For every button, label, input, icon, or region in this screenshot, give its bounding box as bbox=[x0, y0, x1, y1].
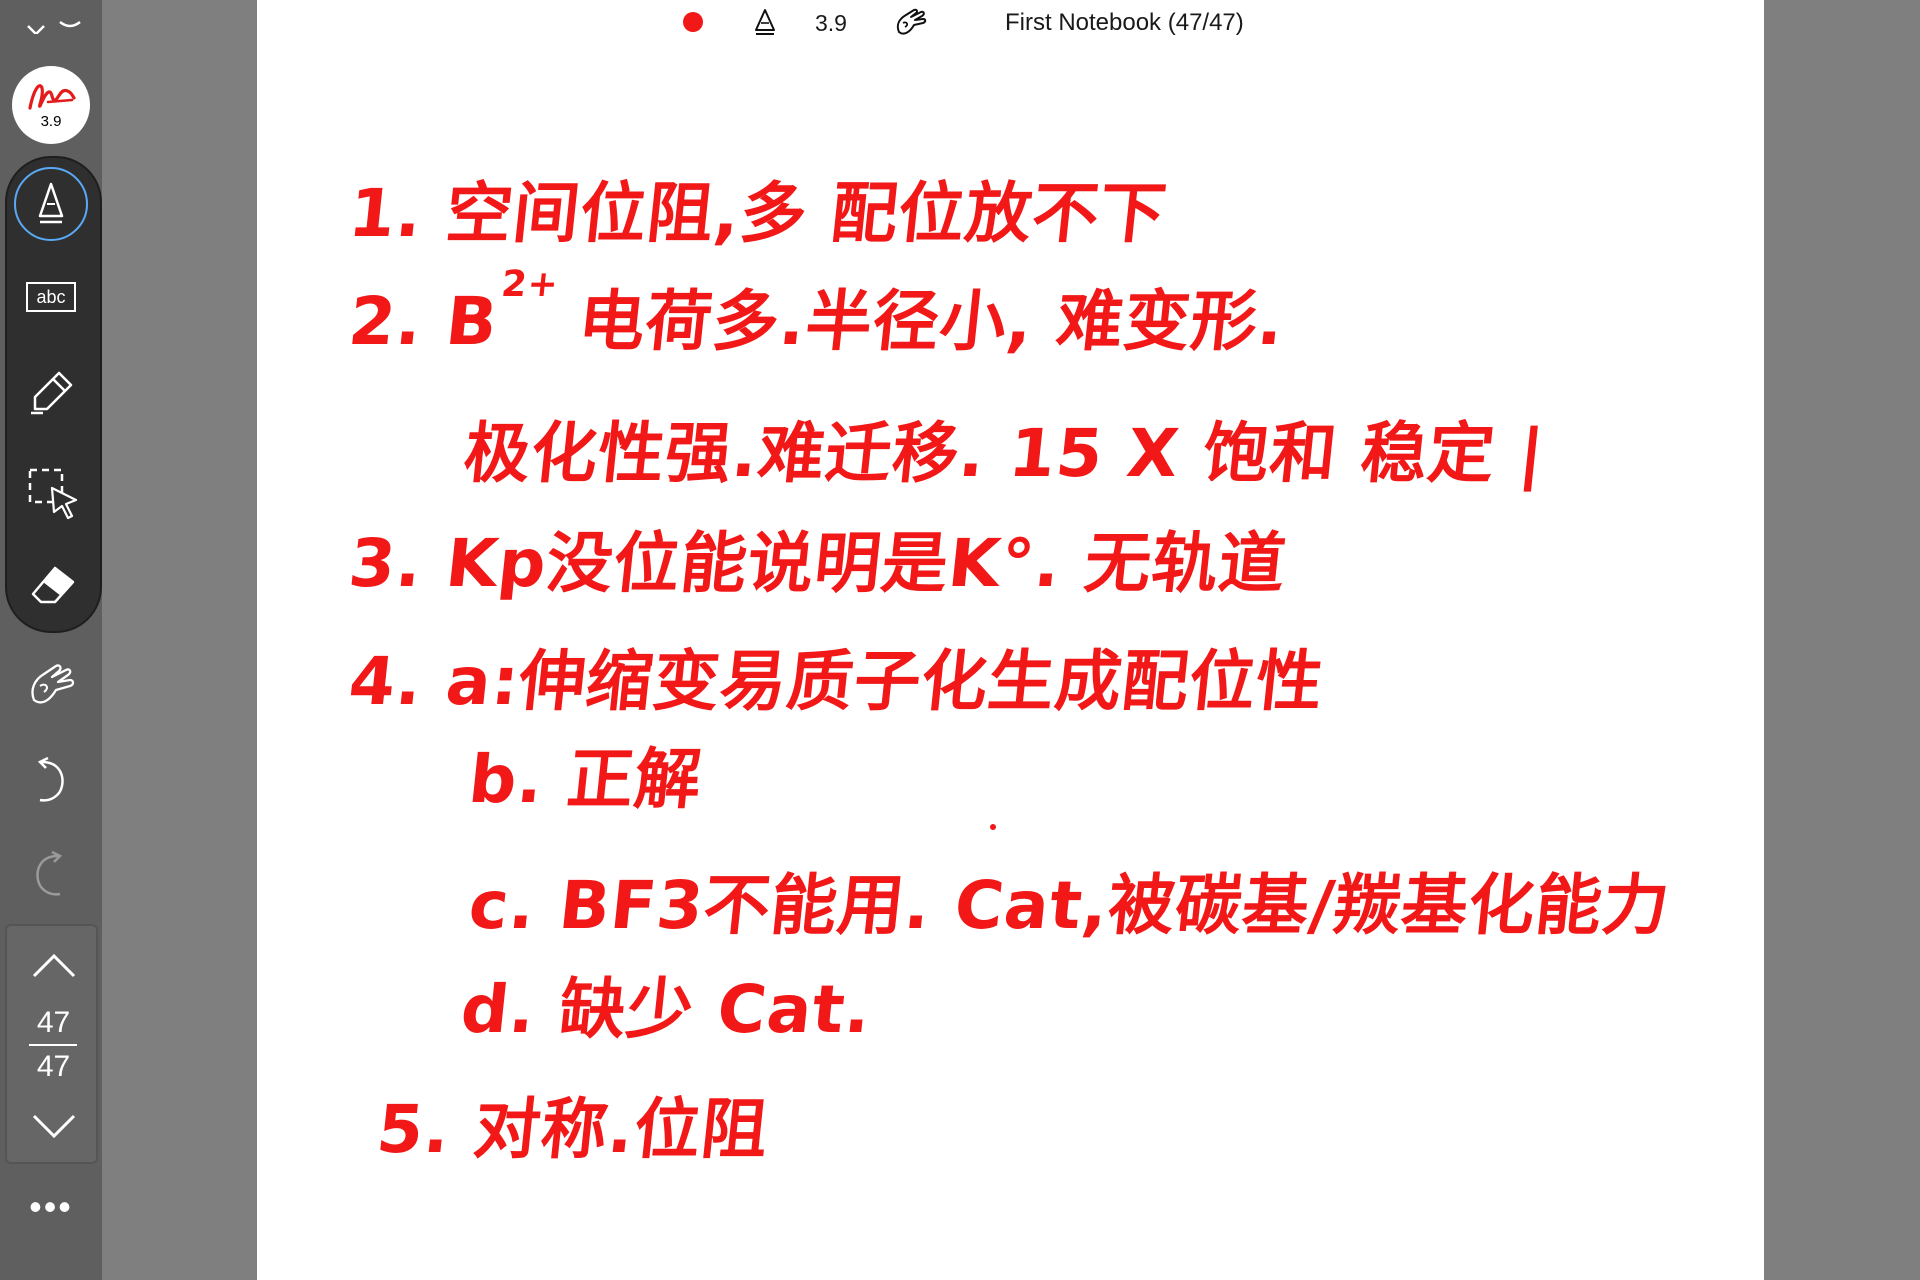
note-line-4a: 4. a:伸缩变易质子化生成配位性 bbox=[345, 643, 1328, 720]
text-tool[interactable]: abc bbox=[26, 282, 76, 312]
more-options-button[interactable]: ••• bbox=[22, 1189, 80, 1225]
top-bar: 3.9 First Notebook (47/47) bbox=[0, 0, 1920, 44]
hand-touch-icon[interactable] bbox=[893, 6, 929, 38]
lasso-select-icon bbox=[28, 468, 78, 520]
lasso-select-tool[interactable] bbox=[26, 466, 82, 522]
ink-dot bbox=[990, 824, 996, 830]
pen-icon[interactable] bbox=[752, 8, 778, 36]
note-line-2-start: 2. B bbox=[345, 283, 502, 360]
note-line-2: 2. B2+ 电荷多.半径小, 难变形. bbox=[345, 264, 1290, 364]
highlighter-icon bbox=[31, 371, 73, 415]
pen-size-value[interactable]: 3.9 bbox=[815, 10, 875, 37]
highlighter-tool[interactable] bbox=[26, 368, 76, 418]
page-divider bbox=[29, 1044, 77, 1046]
hand-touch-icon bbox=[31, 664, 75, 704]
page-navigator: 47 47 bbox=[5, 924, 98, 1164]
pen-color-dot[interactable] bbox=[683, 12, 703, 32]
note-line-1: 1. 空间位阻,多 配位放不下 bbox=[345, 175, 1171, 252]
avatar-pen-size: 3.9 bbox=[40, 113, 62, 130]
note-line-4c: c. BF3不能用. Cat,被碳基/羰基化能力 bbox=[465, 867, 1674, 944]
pen-tool[interactable] bbox=[14, 167, 88, 241]
redo-icon bbox=[36, 850, 63, 896]
note-line-4d: d. 缺少 Cat. bbox=[457, 971, 876, 1048]
note-line-2-rest: 电荷多.半径小, 难变形. bbox=[550, 283, 1289, 360]
chevron-down-icon[interactable] bbox=[30, 1112, 78, 1140]
notebook-title[interactable]: First Notebook (47/47) bbox=[1005, 9, 1244, 37]
pen-icon bbox=[38, 182, 64, 224]
eraser-tool[interactable] bbox=[28, 564, 78, 608]
hand-tool[interactable] bbox=[24, 658, 78, 712]
note-line-4b: b. 正解 bbox=[465, 741, 706, 818]
undo-button[interactable] bbox=[28, 756, 72, 806]
pen-preview-avatar[interactable]: 3.9 bbox=[12, 66, 90, 144]
redo-button[interactable] bbox=[28, 850, 72, 900]
text-tool-label: abc bbox=[36, 287, 66, 307]
total-page-number: 47 bbox=[36, 1050, 71, 1083]
note-line-5: 5. 对称.位阻 bbox=[373, 1091, 773, 1168]
signature-icon bbox=[28, 84, 76, 110]
eraser-icon bbox=[31, 566, 75, 604]
note-line-2b: 极化性强.难迁移. 15 X 饱和 稳定 | bbox=[460, 415, 1549, 492]
chevron-up-icon[interactable] bbox=[30, 952, 78, 980]
undo-icon bbox=[37, 756, 64, 802]
note-line-2-superscript: 2+ bbox=[499, 264, 561, 305]
current-page-number: 47 bbox=[36, 1006, 71, 1039]
note-line-3: 3. Kp没位能说明是K°. 无轨道 bbox=[345, 525, 1291, 602]
